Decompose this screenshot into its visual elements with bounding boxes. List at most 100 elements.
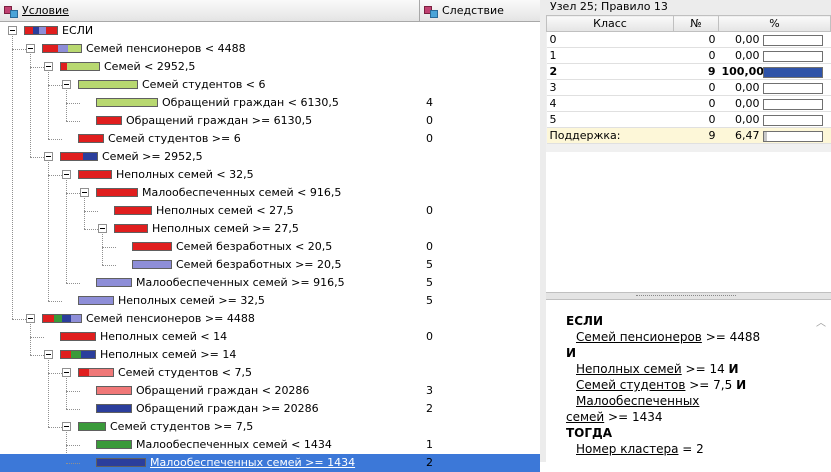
tree-node-consequence: 5 xyxy=(426,276,433,289)
tree-node-label[interactable]: Семей пенсионеров >= 4488 xyxy=(86,312,255,325)
class-row[interactable]: 5 0 0,00 xyxy=(546,111,831,128)
class-row[interactable]: 3 0 0,00 xyxy=(546,79,831,96)
count-cell: 0 xyxy=(673,111,719,128)
bar-segment xyxy=(97,117,121,124)
collapse-toggle-icon[interactable] xyxy=(62,80,71,89)
tree-row[interactable]: Семей студентов < 7,5 xyxy=(0,364,540,382)
tree-node-label[interactable]: Семей пенсионеров < 4488 xyxy=(86,42,246,55)
tree-row[interactable]: Неполных семей >= 32,5 5 xyxy=(0,292,540,310)
collapse-toggle-icon[interactable] xyxy=(62,422,71,431)
tree-row[interactable]: Малообеспеченных семей >= 916,5 5 xyxy=(0,274,540,292)
rule-link-incomplete[interactable]: Неполных семей xyxy=(576,362,682,376)
tree-node-consequence: 2 xyxy=(426,456,433,469)
horizontal-splitter[interactable] xyxy=(546,292,831,300)
tree-row[interactable]: Обращений граждан < 20286 3 xyxy=(0,382,540,400)
class-distribution-bar xyxy=(114,224,148,233)
percent-cell: 100,00 xyxy=(718,63,831,80)
tree-node-label[interactable]: Семей >= 2952,5 xyxy=(102,150,203,163)
tree-row[interactable]: Неполных семей < 32,5 xyxy=(0,166,540,184)
collapse-toggle-icon[interactable] xyxy=(26,314,35,323)
tree-node-label[interactable]: Неполных семей >= 32,5 xyxy=(118,294,265,307)
tree-row[interactable]: Неполных семей >= 27,5 xyxy=(0,220,540,238)
class-distribution-bar xyxy=(96,458,146,467)
tree-node-label[interactable]: ЕСЛИ xyxy=(62,24,93,37)
tree-node-label[interactable]: Семей студентов < 6 xyxy=(142,78,266,91)
class-row[interactable]: 4 0 0,00 xyxy=(546,95,831,112)
tree-row[interactable]: Семей < 2952,5 xyxy=(0,58,540,76)
tree-node-consequence: 0 xyxy=(426,132,433,145)
tree-connector-horizontal xyxy=(48,373,62,374)
node-info-pane: Узел 25; Правило 13 Класс № % 0 0 0,00 1 0 0,… xyxy=(546,0,831,462)
collapse-toggle-icon[interactable] xyxy=(62,170,71,179)
tree-node-label[interactable]: Семей < 2952,5 xyxy=(104,60,195,73)
percent-value: 0,00 xyxy=(735,81,760,94)
tree-row[interactable]: Семей студентов >= 6 0 xyxy=(0,130,540,148)
tree-node-label[interactable]: Обращений граждан < 20286 xyxy=(136,384,309,397)
tree-row[interactable]: Семей пенсионеров >= 4488 xyxy=(0,310,540,328)
splitter-grip[interactable] xyxy=(636,295,736,298)
collapse-toggle-icon[interactable] xyxy=(98,224,107,233)
tree-node-label[interactable]: Обращений граждан >= 6130,5 xyxy=(126,114,312,127)
tree-row[interactable]: Неполных семей >= 14 xyxy=(0,346,540,364)
tree-node-label[interactable]: Семей студентов >= 7,5 xyxy=(110,420,253,433)
rule-link-students[interactable]: Семей студентов xyxy=(576,378,685,392)
tree-row[interactable]: Малообеспеченных семей < 1434 1 xyxy=(0,436,540,454)
collapse-toggle-icon[interactable] xyxy=(44,152,53,161)
tree-row[interactable]: Обращений граждан < 6130,5 4 xyxy=(0,94,540,112)
class-row[interactable]: 1 0 0,00 xyxy=(546,47,831,64)
scroll-up-icon[interactable]: ︿ xyxy=(816,314,826,329)
collapse-toggle-icon[interactable] xyxy=(62,368,71,377)
tree-row-selected[interactable]: Малообеспеченных семей >= 1434 2 xyxy=(0,454,540,472)
tree-node-label[interactable]: Малообеспеченных семей < 916,5 xyxy=(142,186,341,199)
tree-node-label[interactable]: Неполных семей < 27,5 xyxy=(156,204,294,217)
tree-node-label[interactable]: Малообеспеченных семей < 1434 xyxy=(136,438,332,451)
tree-node-label[interactable]: Обращений граждан >= 20286 xyxy=(136,402,319,415)
consequence-column-header[interactable]: Следствие xyxy=(420,0,540,22)
condition-column-header[interactable]: Условие xyxy=(0,0,420,22)
tree-node-label[interactable]: Семей безработных >= 20,5 xyxy=(176,258,342,271)
class-cell: 4 xyxy=(546,95,674,112)
collapse-toggle-icon[interactable] xyxy=(44,62,53,71)
class-row[interactable]: 0 0 0,00 xyxy=(546,31,831,48)
count-cell: 0 xyxy=(673,95,719,112)
bar-segment xyxy=(61,315,72,322)
tree-row[interactable]: Малообеспеченных семей < 916,5 xyxy=(0,184,540,202)
tree-node-label[interactable]: Неполных семей >= 14 xyxy=(100,348,236,361)
count-column-header[interactable]: № xyxy=(673,15,719,32)
tree-node-label[interactable]: Семей студентов < 7,5 xyxy=(118,366,252,379)
collapse-toggle-icon[interactable] xyxy=(8,26,17,35)
tree-row[interactable]: Семей пенсионеров < 4488 xyxy=(0,40,540,58)
tree-row[interactable]: Семей безработных < 20,5 0 xyxy=(0,238,540,256)
tree-node-label[interactable]: Неполных семей < 32,5 xyxy=(116,168,254,181)
rule-link-lowincome-1[interactable]: Малообеспеченных xyxy=(576,394,699,408)
rule-link-lowincome-2[interactable]: семей xyxy=(566,410,604,424)
tree-node-label[interactable]: Малообеспеченных семей >= 1434 xyxy=(150,456,355,469)
rule-link-pensioners[interactable]: Семей пенсионеров xyxy=(576,330,702,344)
tree-row[interactable]: Обращений граждан >= 6130,5 0 xyxy=(0,112,540,130)
tree-node-label[interactable]: Семей безработных < 20,5 xyxy=(176,240,332,253)
tree-row[interactable]: Неполных семей < 27,5 0 xyxy=(0,202,540,220)
collapse-toggle-icon[interactable] xyxy=(80,188,89,197)
tree-node-label[interactable]: Неполных семей >= 27,5 xyxy=(152,222,299,235)
tree-row[interactable]: Семей безработных >= 20,5 5 xyxy=(0,256,540,274)
collapse-toggle-icon[interactable] xyxy=(44,350,53,359)
tree-row[interactable]: Семей студентов >= 7,5 xyxy=(0,418,540,436)
tree-row[interactable]: ЕСЛИ xyxy=(0,22,540,40)
tree-row[interactable]: Обращений граждан >= 20286 2 xyxy=(0,400,540,418)
tree-node-label[interactable]: Неполных семей < 14 xyxy=(100,330,227,343)
class-column-header[interactable]: Класс xyxy=(546,15,674,32)
tree-node-label[interactable]: Обращений граждан < 6130,5 xyxy=(162,96,339,109)
collapse-toggle-icon[interactable] xyxy=(26,44,35,53)
tree-row[interactable]: Семей >= 2952,5 xyxy=(0,148,540,166)
class-row[interactable]: 2 9 100,00 xyxy=(546,63,831,80)
class-cell: 1 xyxy=(546,47,674,64)
tree-node-label[interactable]: Малообеспеченных семей >= 916,5 xyxy=(136,276,345,289)
rule-link-cluster[interactable]: Номер кластера xyxy=(576,442,678,456)
tree-row[interactable]: Неполных семей < 14 0 xyxy=(0,328,540,346)
tree-node-label[interactable]: Семей студентов >= 6 xyxy=(108,132,241,145)
percent-column-header[interactable]: % xyxy=(718,15,831,32)
percent-cell: 0,00 xyxy=(718,79,831,96)
tree-row[interactable]: Семей студентов < 6 xyxy=(0,76,540,94)
class-cell: 0 xyxy=(546,31,674,48)
bar-segment xyxy=(133,243,171,250)
